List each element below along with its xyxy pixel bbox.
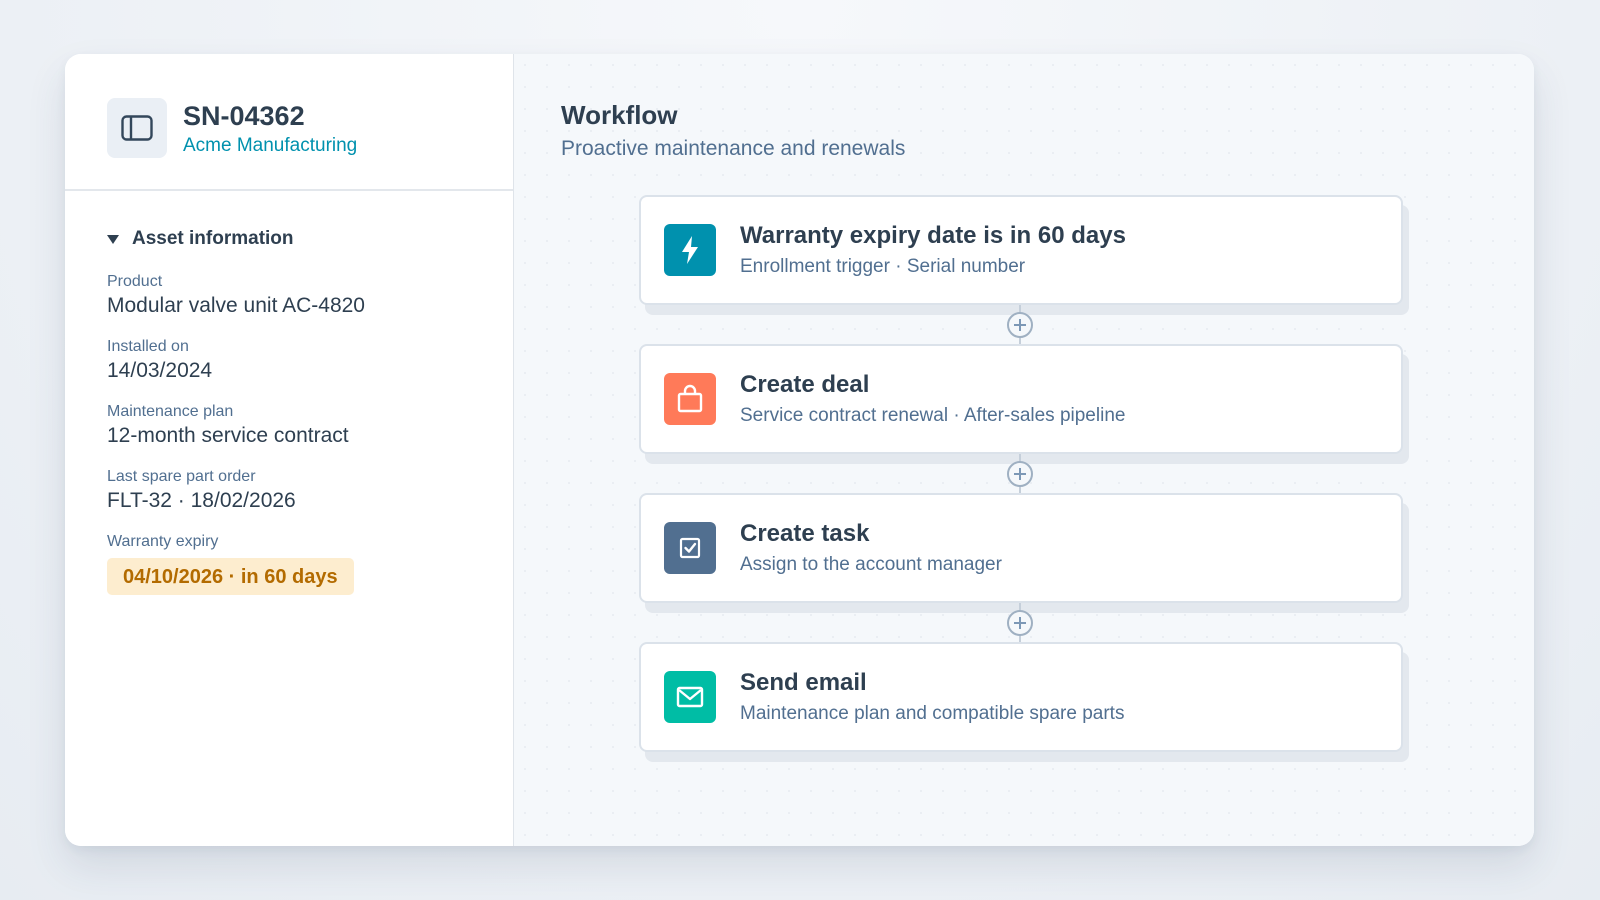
lightning-icon xyxy=(664,224,716,276)
asset-info-toggle[interactable]: Asset information xyxy=(107,228,294,250)
workflow-title: Workflow xyxy=(561,100,678,130)
add-step-button[interactable] xyxy=(1007,461,1033,487)
section-title: Asset information xyxy=(132,228,294,249)
step-connector xyxy=(639,454,1403,493)
step-title: Create task xyxy=(740,519,870,547)
workflow-step-send-email[interactable]: Send email Maintenance plan and compatib… xyxy=(639,642,1403,752)
field-value: 14/03/2024 xyxy=(107,359,213,382)
record-header: SN-04362 Acme Manufacturing xyxy=(65,54,513,191)
workflow-canvas: Workflow Proactive maintenance and renew… xyxy=(514,54,1534,846)
step-connector xyxy=(639,305,1403,344)
plus-icon xyxy=(1014,468,1026,480)
field-maintenance-plan: Maintenance plan 12-month service contra… xyxy=(107,402,487,450)
field-label: Last spare part order xyxy=(107,468,256,485)
field-label: Maintenance plan xyxy=(107,403,234,420)
step-title: Send email xyxy=(740,668,867,696)
field-warranty-expiry: Warranty expiry 04/10/2026 · in 60 days xyxy=(107,532,487,595)
sidebar-panel-icon[interactable] xyxy=(107,98,167,158)
step-description: Maintenance plan and compatible spare pa… xyxy=(740,702,1125,724)
asset-sidebar: SN-04362 Acme Manufacturing Asset inform… xyxy=(65,54,514,846)
step-title: Warranty expiry date is in 60 days xyxy=(740,221,1126,249)
company-link[interactable]: Acme Manufacturing xyxy=(183,133,357,159)
field-value: FLT-32 · 18/02/2026 xyxy=(107,489,296,512)
plus-icon xyxy=(1014,617,1026,629)
step-title: Create deal xyxy=(740,370,870,398)
workflow-steps: Warranty expiry date is in 60 days Enrol… xyxy=(639,195,1409,762)
plus-icon xyxy=(1014,319,1026,331)
workflow-step-create-deal[interactable]: Create deal Service contract renewal · A… xyxy=(639,344,1403,454)
asset-fields: Product Modular valve unit AC-4820 Insta… xyxy=(107,272,487,612)
shopping-bag-icon xyxy=(664,373,716,425)
field-value: 12-month service contract xyxy=(107,424,349,447)
workflow-step-trigger[interactable]: Warranty expiry date is in 60 days Enrol… xyxy=(639,195,1403,305)
add-step-button[interactable] xyxy=(1007,312,1033,338)
checkbox-icon xyxy=(664,522,716,574)
step-description: Service contract renewal · After-sales p… xyxy=(740,404,1126,426)
workflow-subtitle: Proactive maintenance and renewals xyxy=(561,137,906,160)
workflow-step-create-task[interactable]: Create task Assign to the account manage… xyxy=(639,493,1403,603)
field-product: Product Modular valve unit AC-4820 xyxy=(107,272,487,320)
record-id: SN-04362 xyxy=(183,101,305,131)
field-label: Warranty expiry xyxy=(107,533,219,550)
warranty-badge: 04/10/2026 · in 60 days xyxy=(107,558,354,595)
envelope-icon xyxy=(664,671,716,723)
field-label: Installed on xyxy=(107,338,189,355)
step-connector xyxy=(639,603,1403,642)
record-card: SN-04362 Acme Manufacturing Asset inform… xyxy=(65,54,1534,846)
field-installed-on: Installed on 14/03/2024 xyxy=(107,337,487,385)
step-description: Assign to the account manager xyxy=(740,553,1002,575)
caret-down-icon xyxy=(107,234,119,244)
field-value: Modular valve unit AC-4820 xyxy=(107,294,365,317)
add-step-button[interactable] xyxy=(1007,610,1033,636)
field-label: Product xyxy=(107,273,163,290)
field-last-spare-part-order: Last spare part order FLT-32 · 18/02/202… xyxy=(107,467,487,515)
step-description: Enrollment trigger · Serial number xyxy=(740,255,1026,277)
